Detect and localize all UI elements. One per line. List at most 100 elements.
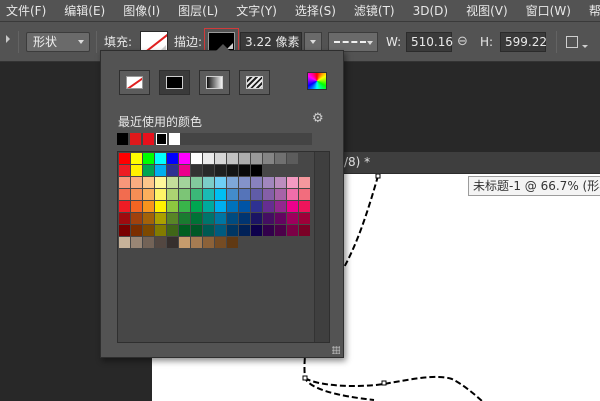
gradient-button[interactable] bbox=[199, 70, 230, 95]
stroke-width-input[interactable]: 3.22 像素 bbox=[240, 32, 302, 52]
color-swatch[interactable] bbox=[275, 213, 286, 224]
color-swatch[interactable] bbox=[299, 189, 310, 200]
color-swatch[interactable] bbox=[179, 153, 190, 164]
color-swatch[interactable] bbox=[275, 189, 286, 200]
menu-window[interactable]: 窗口(W) bbox=[520, 0, 577, 21]
color-swatch[interactable] bbox=[227, 213, 238, 224]
color-swatch[interactable] bbox=[167, 225, 178, 236]
menu-edit[interactable]: 编辑(E) bbox=[58, 0, 111, 21]
color-swatch[interactable] bbox=[143, 153, 154, 164]
menu-view[interactable]: 视图(V) bbox=[460, 0, 514, 21]
color-swatch[interactable] bbox=[299, 213, 310, 224]
color-swatch[interactable] bbox=[155, 237, 166, 248]
color-swatch[interactable] bbox=[155, 213, 166, 224]
swatch-scrollbar[interactable] bbox=[314, 152, 329, 342]
color-swatch[interactable] bbox=[143, 225, 154, 236]
width-input[interactable]: 510.16 bbox=[406, 32, 453, 52]
color-swatch[interactable] bbox=[179, 165, 190, 176]
menu-help[interactable]: 帮助(H) bbox=[583, 0, 600, 21]
gear-icon[interactable]: ⚙ bbox=[312, 112, 324, 126]
color-swatch[interactable] bbox=[239, 177, 250, 188]
color-swatch[interactable] bbox=[191, 213, 202, 224]
color-swatch[interactable] bbox=[227, 153, 238, 164]
menu-layer[interactable]: 图层(L) bbox=[172, 0, 224, 21]
recent-color-swatch[interactable] bbox=[117, 133, 128, 145]
color-picker-spectrum-icon[interactable] bbox=[307, 72, 327, 90]
color-swatch[interactable] bbox=[239, 213, 250, 224]
color-swatch[interactable] bbox=[215, 225, 226, 236]
resize-grip-icon[interactable] bbox=[332, 346, 340, 354]
color-swatch[interactable] bbox=[263, 153, 274, 164]
color-swatch[interactable] bbox=[299, 225, 310, 236]
color-swatch[interactable] bbox=[287, 153, 298, 164]
color-swatch[interactable] bbox=[119, 189, 130, 200]
stroke-width-dropdown[interactable] bbox=[304, 32, 322, 52]
color-swatch[interactable] bbox=[203, 177, 214, 188]
tool-preset-arrow-icon[interactable] bbox=[6, 35, 10, 43]
color-swatch[interactable] bbox=[287, 225, 298, 236]
color-swatch[interactable] bbox=[227, 189, 238, 200]
color-swatch[interactable] bbox=[239, 165, 250, 176]
color-swatch[interactable] bbox=[263, 189, 274, 200]
color-swatch[interactable] bbox=[131, 189, 142, 200]
color-swatch[interactable] bbox=[143, 189, 154, 200]
color-swatch[interactable] bbox=[299, 177, 310, 188]
color-swatch[interactable] bbox=[119, 213, 130, 224]
recent-color-swatch[interactable] bbox=[143, 133, 154, 145]
color-swatch[interactable] bbox=[215, 213, 226, 224]
color-swatch[interactable] bbox=[215, 177, 226, 188]
stroke-type-select[interactable] bbox=[328, 32, 378, 52]
color-swatch[interactable] bbox=[251, 177, 262, 188]
menu-filter[interactable]: 滤镜(T) bbox=[348, 0, 401, 21]
color-swatch[interactable] bbox=[275, 177, 286, 188]
color-swatch[interactable] bbox=[167, 237, 178, 248]
document-tab-title[interactable]: /8) * bbox=[344, 155, 370, 169]
color-swatch[interactable] bbox=[227, 237, 238, 248]
recent-color-swatch[interactable] bbox=[130, 133, 141, 145]
color-swatch[interactable] bbox=[119, 153, 130, 164]
color-swatch[interactable] bbox=[155, 225, 166, 236]
shape-mode-select[interactable]: 形状 bbox=[26, 32, 90, 52]
color-swatch[interactable] bbox=[215, 201, 226, 212]
color-swatch[interactable] bbox=[191, 153, 202, 164]
color-swatch[interactable] bbox=[239, 189, 250, 200]
color-swatch[interactable] bbox=[179, 177, 190, 188]
color-swatch[interactable] bbox=[131, 213, 142, 224]
color-swatch[interactable] bbox=[155, 165, 166, 176]
menu-type[interactable]: 文字(Y) bbox=[230, 0, 283, 21]
color-swatch[interactable] bbox=[179, 237, 190, 248]
color-swatch[interactable] bbox=[275, 153, 286, 164]
color-swatch[interactable] bbox=[155, 201, 166, 212]
pattern-button[interactable] bbox=[239, 70, 270, 95]
color-swatch[interactable] bbox=[263, 177, 274, 188]
color-swatch[interactable] bbox=[191, 225, 202, 236]
color-swatch[interactable] bbox=[131, 153, 142, 164]
color-swatch[interactable] bbox=[179, 213, 190, 224]
color-swatch[interactable] bbox=[275, 201, 286, 212]
color-swatch[interactable] bbox=[143, 201, 154, 212]
color-swatch[interactable] bbox=[239, 201, 250, 212]
color-swatch[interactable] bbox=[167, 213, 178, 224]
color-swatch[interactable] bbox=[155, 177, 166, 188]
color-swatch[interactable] bbox=[275, 225, 286, 236]
color-swatch[interactable] bbox=[215, 189, 226, 200]
color-swatch[interactable] bbox=[263, 213, 274, 224]
color-swatch[interactable] bbox=[191, 177, 202, 188]
menu-3d[interactable]: 3D(D) bbox=[407, 0, 454, 21]
no-color-button[interactable] bbox=[119, 70, 150, 95]
color-swatch[interactable] bbox=[167, 177, 178, 188]
color-swatch[interactable] bbox=[203, 201, 214, 212]
color-swatch[interactable] bbox=[251, 153, 262, 164]
color-swatch[interactable] bbox=[167, 153, 178, 164]
color-swatch[interactable] bbox=[239, 153, 250, 164]
color-swatch[interactable] bbox=[179, 201, 190, 212]
color-swatch[interactable] bbox=[119, 225, 130, 236]
color-swatch[interactable] bbox=[239, 225, 250, 236]
color-swatch[interactable] bbox=[227, 201, 238, 212]
color-swatch[interactable] bbox=[167, 189, 178, 200]
color-swatch[interactable] bbox=[287, 177, 298, 188]
color-swatch[interactable] bbox=[167, 201, 178, 212]
menu-image[interactable]: 图像(I) bbox=[117, 0, 166, 21]
color-swatch[interactable] bbox=[131, 177, 142, 188]
color-swatch[interactable] bbox=[143, 213, 154, 224]
